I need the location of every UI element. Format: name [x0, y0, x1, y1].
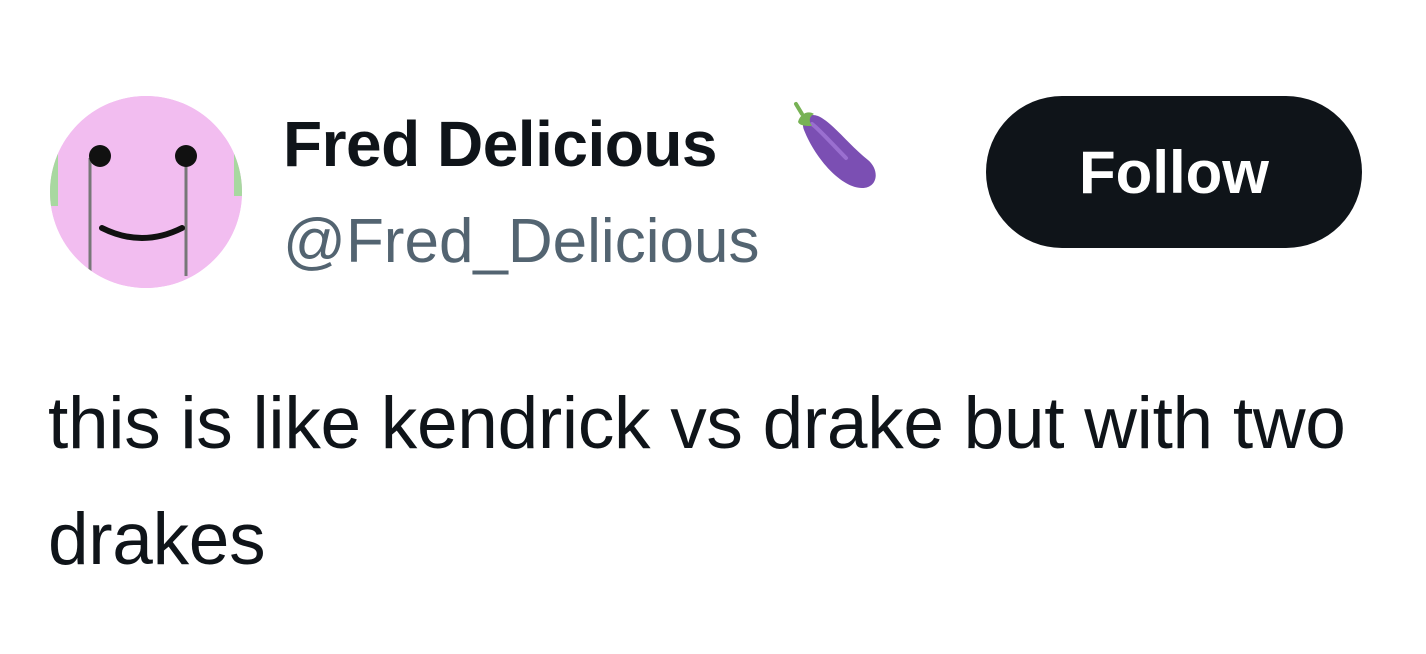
tweet-card: Fred Delicious @Fred_Delicious Follow th…	[0, 0, 1426, 654]
tweet-text: this is like kendrick vs drake but with …	[48, 383, 1346, 580]
avatar[interactable]	[50, 96, 242, 288]
follow-button[interactable]: Follow	[986, 96, 1362, 248]
smiley-face-icon	[50, 96, 242, 288]
display-name[interactable]: Fred Delicious	[283, 106, 718, 182]
user-handle[interactable]: @Fred_Delicious	[283, 205, 759, 279]
eggplant-icon	[790, 100, 882, 192]
